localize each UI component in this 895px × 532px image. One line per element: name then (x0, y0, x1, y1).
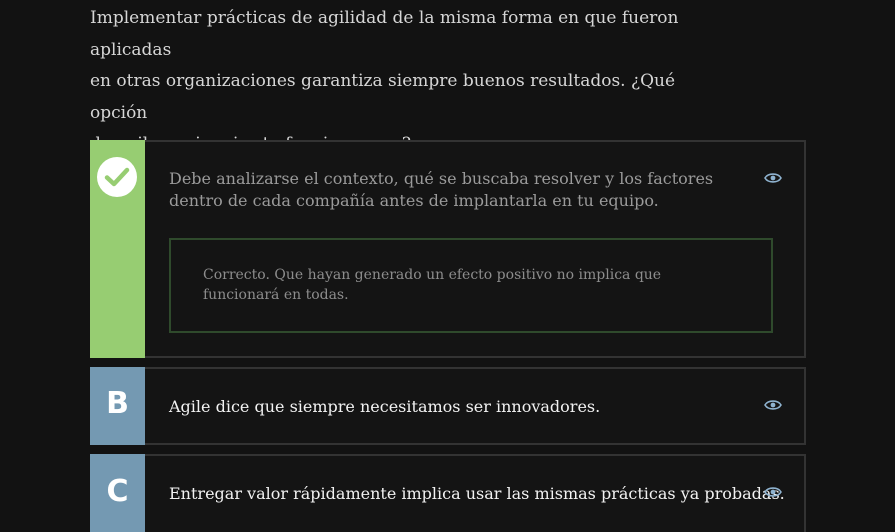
option-letter: C (106, 474, 129, 509)
option-letter-badge: B (90, 367, 145, 445)
question-line: en otras organizaciones garantiza siempr… (90, 71, 676, 123)
option-text: Agile dice que siempre necesitamos ser i… (169, 397, 601, 416)
option-letter-badge: C (90, 454, 145, 532)
feedback-box: Correcto. Que hayan generado un efecto p… (169, 238, 773, 333)
answer-option-b[interactable]: B Agile dice que siempre necesitamos ser… (90, 367, 806, 445)
answer-option-a[interactable]: Debe analizarse el contexto, qué se busc… (90, 140, 806, 358)
question-text: Implementar prácticas de agilidad de la … (90, 3, 730, 161)
option-text: Entregar valor rápidamente implica usar … (169, 484, 785, 503)
feedback-text: Correcto. Que hayan generado un efecto p… (203, 267, 662, 303)
answer-option-c[interactable]: C Entregar valor rápidamente implica usa… (90, 454, 806, 532)
correct-badge (90, 140, 145, 358)
option-letter: B (106, 386, 129, 421)
question-line: Implementar prácticas de agilidad de la … (90, 8, 679, 60)
eye-icon[interactable] (764, 396, 782, 410)
option-text: Debe analizarse el contexto, qué se busc… (169, 169, 714, 210)
check-icon (97, 157, 137, 197)
eye-icon[interactable] (764, 169, 782, 183)
eye-icon[interactable] (764, 483, 782, 497)
